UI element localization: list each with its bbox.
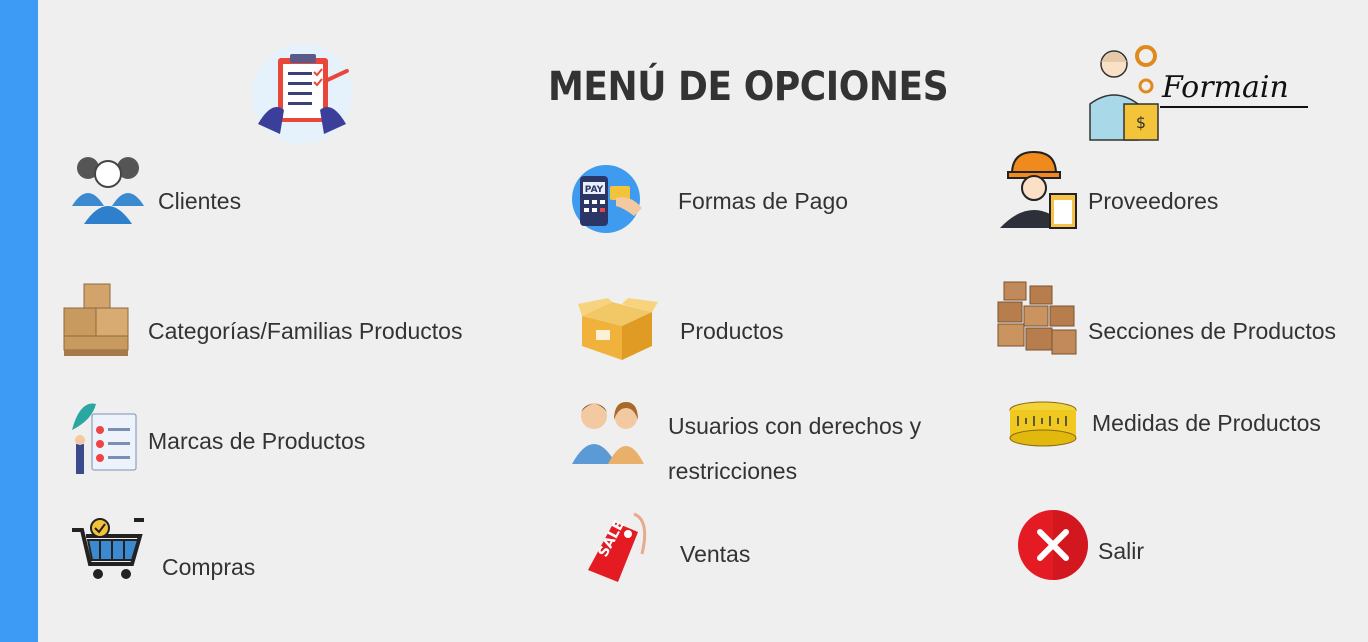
menu-label-salir: Salir xyxy=(1098,538,1145,564)
payment-terminal-icon: PAY xyxy=(572,165,642,233)
menu-item-salir[interactable]: Salir xyxy=(1016,508,1166,582)
checklist-board-icon xyxy=(72,403,137,474)
menu-item-productos[interactable]: Productos xyxy=(578,296,808,366)
menu-item-proveedores[interactable]: Proveedores xyxy=(998,150,1238,230)
svg-text:$: $ xyxy=(1136,113,1146,132)
engineer-icon xyxy=(1000,150,1077,229)
menu-label-marcas: Marcas de Productos xyxy=(148,428,366,454)
menu-label-formas-pago: Formas de Pago xyxy=(678,188,849,214)
menu-label-clientes: Clientes xyxy=(158,188,242,214)
worker-gears-icon: $ xyxy=(1089,45,1159,141)
page-title: MENÚ DE OPCIONES xyxy=(548,64,949,110)
menu-label-productos: Productos xyxy=(680,318,784,344)
menu-label-proveedores: Proveedores xyxy=(1088,188,1219,214)
menu-label-medidas: Medidas de Productos xyxy=(1092,410,1321,436)
menu-item-marcas[interactable]: Marcas de Productos xyxy=(70,400,390,480)
left-sidebar xyxy=(0,0,38,642)
menu-label-ventas: Ventas xyxy=(680,541,751,567)
brand-underline xyxy=(1160,106,1308,108)
menu-label-categorias: Categorías/Familias Productos xyxy=(148,318,463,344)
people-icon xyxy=(572,402,644,464)
close-icon xyxy=(1018,510,1088,580)
svg-text:PAY: PAY xyxy=(585,185,604,195)
menu-item-clientes[interactable]: Clientes xyxy=(68,150,268,230)
boxes-pile-icon xyxy=(997,281,1077,355)
sale-tag-icon: SALE xyxy=(588,512,647,582)
menu-item-ventas[interactable]: SALE Ventas xyxy=(584,512,784,586)
menu-item-medidas[interactable]: Medidas de Productos xyxy=(1008,400,1348,454)
menu-item-compras[interactable]: Compras xyxy=(70,516,270,586)
clipboard-checklist-icon xyxy=(252,44,352,144)
menu-label-secciones: Secciones de Productos xyxy=(1088,318,1337,344)
stacked-boxes-icon xyxy=(63,283,129,356)
menu-item-secciones[interactable]: Secciones de Productos xyxy=(996,280,1364,362)
measuring-tape-icon xyxy=(1009,401,1077,447)
open-box-icon xyxy=(578,298,658,360)
users-group-icon xyxy=(72,157,144,224)
menu-item-usuarios[interactable]: Usuarios con derechos y restricciones xyxy=(572,396,942,496)
brand-logo: $ Formain xyxy=(1088,42,1310,142)
menu-label-compras: Compras xyxy=(162,554,256,580)
menu-label-usuarios: Usuarios con derechos y restricciones xyxy=(668,413,922,484)
shopping-cart-icon xyxy=(72,518,144,579)
menu-item-formas-pago[interactable]: PAY Formas de Pago xyxy=(570,164,870,238)
menu-item-categorias[interactable]: Categorías/Familias Productos xyxy=(62,282,492,362)
brand-name: Formain xyxy=(1162,70,1289,105)
